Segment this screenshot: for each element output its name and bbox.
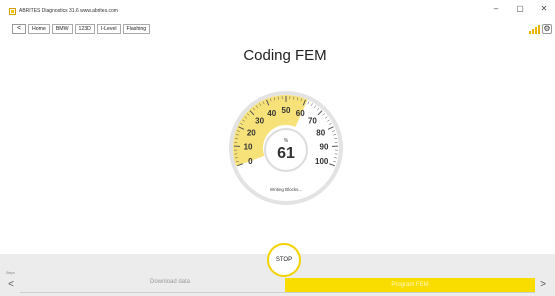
next-step-button[interactable]: > xyxy=(536,278,550,292)
stop-button[interactable]: STOP xyxy=(267,243,301,277)
previous-step-button[interactable]: < xyxy=(4,278,18,292)
gauge-unit: % xyxy=(284,138,289,144)
gauge-tick-label: 70 xyxy=(308,117,317,126)
gauge-tick-label: 40 xyxy=(267,109,276,118)
gauge-tick-label: 0 xyxy=(248,157,253,166)
gauge-status: Writing Blocks... xyxy=(270,187,302,192)
step-download-data: Download data xyxy=(149,279,191,285)
gauge-tick-label: 90 xyxy=(320,143,329,152)
gauge-tick-label: 50 xyxy=(282,106,291,115)
gauge-tick-label: 20 xyxy=(247,129,256,138)
gauge-tick-label: 100 xyxy=(315,157,329,166)
gauge-tick-label: 30 xyxy=(255,117,264,126)
gauge-value: 61 xyxy=(277,145,295,162)
gauge-tick-label: 10 xyxy=(244,143,253,152)
steps-label: Steps xyxy=(6,271,15,275)
gauge-tick-label: 80 xyxy=(316,129,325,138)
gauge-tick-label: 60 xyxy=(296,109,305,118)
steps-progress-line xyxy=(20,292,535,293)
step-program-fem: Program FEM xyxy=(285,278,535,292)
